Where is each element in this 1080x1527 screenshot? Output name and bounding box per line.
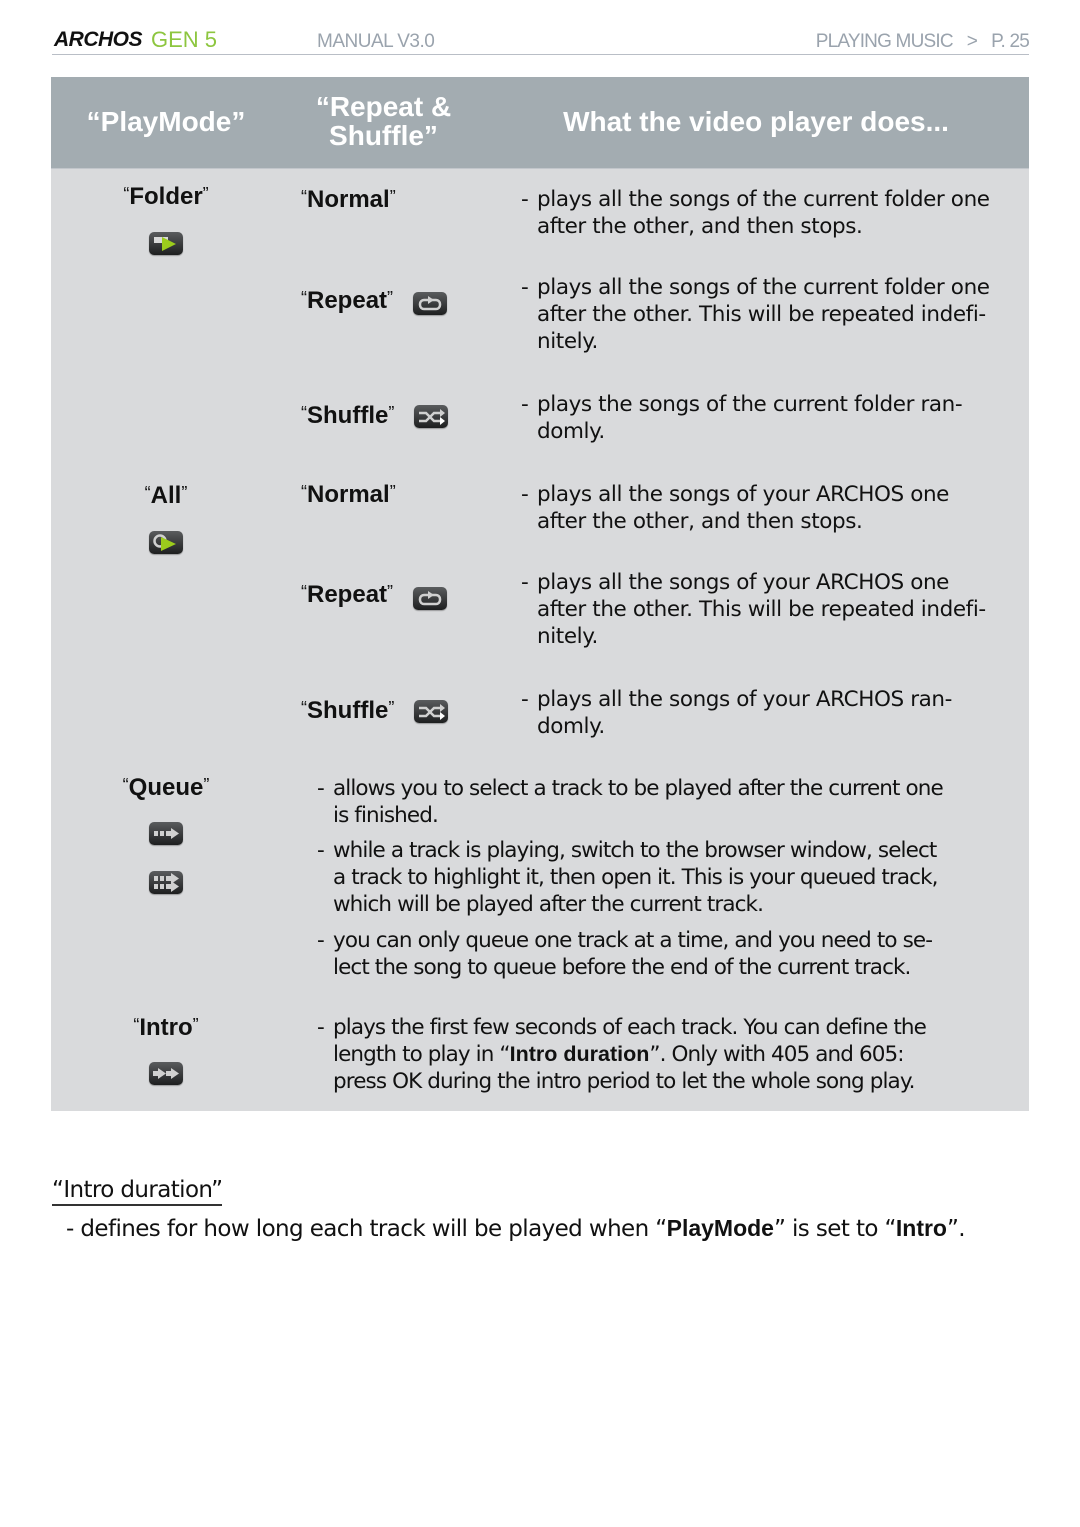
repeat-icon [413, 587, 447, 610]
page-header: ARCHOS GEN 5 MANUAL V3.0 PLAYING MUSIC > P… [52, 26, 1030, 55]
breadcrumb: PLAYING MUSIC > P. 25 [815, 31, 1030, 53]
column-header-line: Shuffle” [329, 120, 438, 152]
column-header-playmode: “PlayMode” [86, 106, 246, 137]
folder-repeat-description: - plays all the songs of the current fol… [521, 275, 990, 354]
queue-double-icon [149, 871, 183, 894]
page-number: P. 25 [991, 31, 1030, 52]
repeat-icon [413, 292, 447, 315]
column-header-repeat-shuffle: “Repeat & Shuffle” [296, 92, 471, 151]
folder-shuffle-label: “Shuffle” [301, 402, 395, 429]
intro-duration-description: - defines for how long each track will b… [66, 1215, 966, 1242]
playmode-intro-label: “Intro” [133, 1014, 199, 1041]
intro-description: - plays the first few seconds of each tr… [317, 1015, 927, 1094]
intro-duration-heading: “Intro duration” [52, 1176, 223, 1206]
folder-repeat-label: “Repeat” [301, 287, 394, 314]
column-header-description: What the video player does... [563, 106, 949, 137]
table-header: “PlayMode” “Repeat & Shuffle” What the v… [51, 77, 1029, 169]
all-normal-label: “Normal” [301, 481, 396, 508]
manual-version: MANUAL V3.0 [317, 31, 435, 52]
intro-icon [149, 1062, 183, 1085]
intro-reference: Intro [895, 1215, 947, 1241]
queue-bullet: - allows you to select a track to be pla… [317, 776, 944, 828]
brand-logo: ARCHOS [54, 28, 143, 51]
playmode-folder-label: “Folder” [123, 183, 209, 210]
playmode-reference: PlayMode [666, 1215, 774, 1241]
playmode-all-label: “All” [144, 482, 188, 509]
all-repeat-label: “Repeat” [301, 581, 394, 608]
all-shuffle-label: “Shuffle” [301, 697, 395, 724]
shuffle-icon [414, 405, 448, 428]
playmode-queue-label: “Queue” [122, 774, 210, 801]
folder-normal-label: “Normal” [301, 186, 396, 213]
folder-shuffle-description: - plays the songs of the current folder … [521, 392, 963, 444]
folder-normal-description: - plays all the songs of the current fol… [521, 187, 990, 239]
all-repeat-description: - plays all the songs of your ARCHOS one… [521, 570, 986, 649]
all-play-icon [149, 531, 183, 554]
column-header-line: “Repeat & [315, 91, 452, 122]
breadcrumb-separator: > [966, 31, 978, 52]
queue-bullet: - you can only queue one track at a time… [317, 928, 933, 980]
intro-duration-reference: Intro duration [509, 1042, 650, 1066]
queue-bullet: - while a track is playing, switch to th… [317, 838, 938, 917]
all-shuffle-description: - plays all the songs of your ARCHOS ran… [521, 687, 952, 739]
folder-play-icon [149, 232, 183, 255]
playmode-table: “PlayMode” “Repeat & Shuffle” What the v… [51, 77, 1029, 1111]
shuffle-icon [414, 700, 448, 723]
queue-icon [149, 822, 183, 845]
model-name: GEN 5 [151, 27, 218, 52]
section-name: PLAYING MUSIC [815, 31, 954, 52]
all-normal-description: - plays all the songs of your ARCHOS one… [521, 482, 949, 534]
